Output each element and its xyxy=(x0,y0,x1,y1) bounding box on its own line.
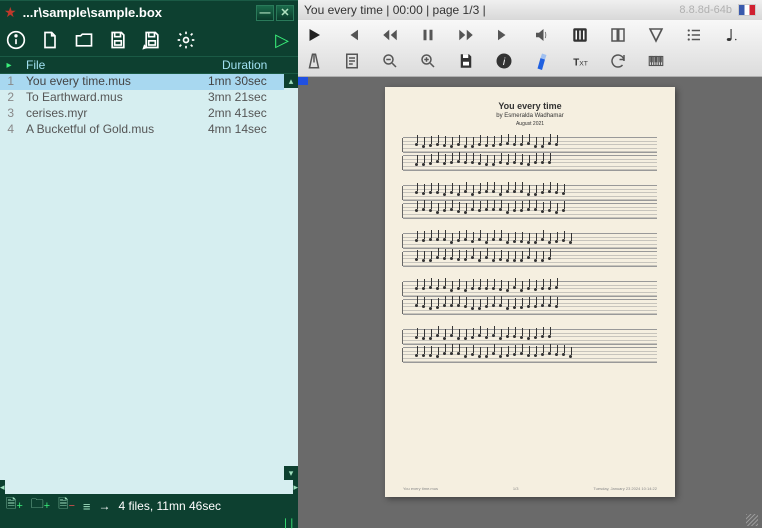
staff-line xyxy=(403,299,657,315)
file-column-header[interactable]: File xyxy=(18,57,218,73)
staff-line xyxy=(403,155,657,171)
pages-icon[interactable] xyxy=(608,25,628,45)
staff-line xyxy=(403,185,657,201)
jukebox-panel: ★ ...r\sample\sample.box — ✕ ▷ ▸ File Du… xyxy=(0,0,298,528)
mixer-icon[interactable] xyxy=(570,25,590,45)
list-header: ▸ File Duration xyxy=(0,56,298,74)
forward-icon[interactable] xyxy=(456,25,476,45)
minimize-button[interactable]: — xyxy=(256,5,274,21)
list-icon[interactable]: ≡ xyxy=(83,499,91,514)
score-subtitle: by Esmeralda Wadhamar xyxy=(403,113,657,119)
save-as-icon[interactable] xyxy=(142,30,162,50)
keyboard-icon[interactable] xyxy=(646,51,666,71)
titlebar-path: ...r\sample\sample.box xyxy=(23,5,256,20)
list-item[interactable]: 2 To Earthward.mus 3mn 21sec xyxy=(0,90,284,106)
titlebar: ★ ...r\sample\sample.box — ✕ xyxy=(0,0,298,24)
navigator-icon[interactable] xyxy=(646,25,666,45)
svg-text:T: T xyxy=(573,58,579,69)
volume-icon[interactable] xyxy=(532,25,552,45)
list-item[interactable]: 3 cerises.myr 2mn 41sec xyxy=(0,106,284,122)
marker-icon[interactable] xyxy=(532,51,552,71)
menu-icon[interactable] xyxy=(684,25,704,45)
flag-icon[interactable] xyxy=(738,4,756,16)
list-item[interactable]: 1 You every time.mus 1mn 30sec xyxy=(0,74,284,90)
close-button[interactable]: ✕ xyxy=(276,5,294,21)
status-summary: 4 files, 11mn 46sec xyxy=(119,499,222,513)
text-icon[interactable]: TXT xyxy=(570,51,590,71)
jukebox-toolbar: ▷ xyxy=(0,24,298,56)
note-icon[interactable] xyxy=(722,25,742,45)
zoom-out-icon[interactable] xyxy=(380,51,400,71)
resize-grip-icon[interactable]: ❘❘ xyxy=(281,518,294,529)
arrow-icon: → xyxy=(99,499,111,513)
preview-titlebar: You every time | 00:00 | page 1/3 | 8.8.… xyxy=(298,0,762,20)
score-page: You every time by Esmeralda Wadhamar Aug… xyxy=(385,87,675,497)
staff-line xyxy=(403,251,657,267)
preview-toolbar: i TXT xyxy=(298,20,762,77)
disk-icon[interactable] xyxy=(456,51,476,71)
scroll-down-icon[interactable]: ▾ xyxy=(284,466,298,480)
list-item[interactable]: 4 A Bucketful of Gold.mus 4mn 14sec xyxy=(0,122,284,138)
play-button[interactable] xyxy=(304,25,324,45)
save-icon[interactable] xyxy=(108,30,128,50)
info-icon[interactable] xyxy=(6,30,26,50)
dirty-indicator-icon: ★ xyxy=(4,4,17,21)
resize-grip-icon[interactable] xyxy=(746,514,758,526)
staff-line xyxy=(403,281,657,297)
rewind-icon[interactable] xyxy=(380,25,400,45)
vertical-scrollbar[interactable]: ▴ ▾ xyxy=(284,74,298,480)
new-icon[interactable] xyxy=(40,30,60,50)
score-footer: You every time.mus 1/3 Tuesday, January … xyxy=(403,486,657,491)
score-title: You every time xyxy=(403,101,657,111)
status-bar: 🗎+ 🗀+ 🗎− ≡ → 4 files, 11mn 46sec xyxy=(0,494,298,518)
play-column-icon[interactable]: ▸ xyxy=(0,57,18,73)
preview-title-text: You every time | 00:00 | page 1/3 | xyxy=(304,3,486,17)
staff-line xyxy=(403,347,657,363)
about-icon[interactable]: i xyxy=(494,51,514,71)
doc-icon[interactable] xyxy=(342,51,362,71)
refresh-icon[interactable] xyxy=(608,51,628,71)
metronome-icon[interactable] xyxy=(304,51,324,71)
file-list[interactable]: 1 You every time.mus 1mn 30sec 2 To Eart… xyxy=(0,74,284,480)
staff-line xyxy=(403,137,657,153)
preview-status-bar xyxy=(298,512,762,528)
preview-panel: You every time | 00:00 | page 1/3 | 8.8.… xyxy=(298,0,762,528)
staff-line xyxy=(403,233,657,249)
add-file-icon[interactable]: 🗎+ xyxy=(6,495,23,517)
resize-bar[interactable]: ❘❘ xyxy=(0,518,298,528)
duration-column-header[interactable]: Duration xyxy=(218,57,298,73)
staff-line xyxy=(403,203,657,219)
score-date: August 2021 xyxy=(403,121,657,127)
add-folder-icon[interactable]: 🗀+ xyxy=(31,495,50,517)
staff-line xyxy=(403,329,657,345)
settings-icon[interactable] xyxy=(176,30,196,50)
pause-icon[interactable] xyxy=(418,25,438,45)
play-icon[interactable]: ▷ xyxy=(272,30,292,50)
scroll-up-icon[interactable]: ▴ xyxy=(284,74,298,88)
zoom-in-icon[interactable] xyxy=(418,51,438,71)
score-viewport[interactable]: You every time by Esmeralda Wadhamar Aug… xyxy=(298,77,762,512)
prev-track-icon[interactable] xyxy=(342,25,362,45)
next-track-icon[interactable] xyxy=(494,25,514,45)
version-label: 8.8.8d-64b xyxy=(679,4,732,16)
remove-file-icon[interactable]: 🗎− xyxy=(58,495,75,517)
open-icon[interactable] xyxy=(74,30,94,50)
position-marker[interactable] xyxy=(298,77,308,85)
svg-text:XT: XT xyxy=(579,61,588,68)
horizontal-scrollbar[interactable]: ◂ ▸ xyxy=(0,480,298,494)
